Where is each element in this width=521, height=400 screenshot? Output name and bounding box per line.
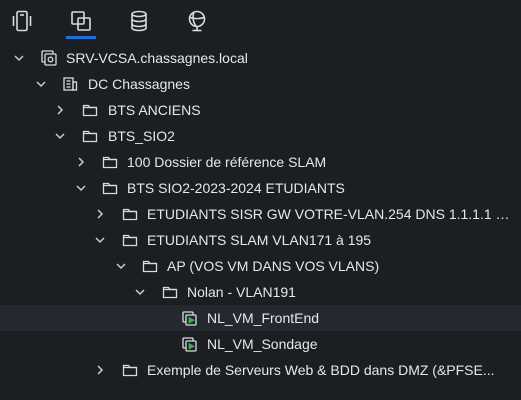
tree-node-datacenter[interactable]: DC Chassagnes <box>0 71 521 97</box>
tab-hosts-and-clusters[interactable] <box>7 6 37 36</box>
datacenter-icon <box>62 76 78 92</box>
tree-node-label: Exemple de Serveurs Web & BDD dans DMZ (… <box>147 362 495 378</box>
folder-icon <box>82 102 98 118</box>
vms-and-templates-icon <box>71 11 91 31</box>
folder-icon <box>122 232 138 248</box>
tree-node-vcenter[interactable]: SRV-VCSA.chassagnes.local <box>0 45 521 71</box>
vm-powered-on-icon <box>182 336 198 352</box>
tree-node-label: NL_VM_Sondage <box>207 336 318 352</box>
tree-node-label: SRV-VCSA.chassagnes.local <box>66 50 248 66</box>
tree-node-label: ETUDIANTS SISR GW VOTRE-VLAN.254 DNS 1.1… <box>147 206 513 222</box>
storage-icon <box>131 10 147 32</box>
folder-icon <box>142 258 158 274</box>
folder-icon <box>162 284 178 300</box>
tree-node-label: Nolan - VLAN191 <box>187 284 296 300</box>
tree-node-label: BTS SIO2-2023-2024 ETUDIANTS <box>127 180 345 196</box>
hosts-and-clusters-icon <box>12 10 32 32</box>
tab-vms-and-templates[interactable] <box>66 6 96 39</box>
tree-node-exemple-serveurs[interactable]: Exemple de Serveurs Web & BDD dans DMZ (… <box>0 357 521 383</box>
navigator-tabs <box>0 0 521 40</box>
tree-node-label: 100 Dossier de référence SLAM <box>127 154 327 170</box>
tree-node-dossier-reference[interactable]: 100 Dossier de référence SLAM <box>0 149 521 175</box>
chevron-down-icon[interactable] <box>54 130 66 142</box>
tree-node-nolan[interactable]: Nolan - VLAN191 <box>0 279 521 305</box>
tree-node-etudiants-sisr[interactable]: ETUDIANTS SISR GW VOTRE-VLAN.254 DNS 1.1… <box>0 201 521 227</box>
folder-icon <box>122 362 138 378</box>
tree-node-etudiants-2023[interactable]: BTS SIO2-2023-2024 ETUDIANTS <box>0 175 521 201</box>
folder-icon <box>102 154 118 170</box>
tab-networking[interactable] <box>182 6 212 36</box>
tree-node-bts-sio2[interactable]: BTS_SIO2 <box>0 123 521 149</box>
vcenter-icon <box>41 50 57 66</box>
folder-icon <box>102 180 118 196</box>
chevron-down-icon[interactable] <box>134 286 146 298</box>
networking-icon <box>188 10 206 32</box>
tree-node-label: ETUDIANTS SLAM VLAN171 à 195 <box>147 232 372 248</box>
tree-node-label: NL_VM_FrontEnd <box>207 310 320 326</box>
vm-powered-on-icon <box>182 310 198 326</box>
tree-node-label: AP (VOS VM DANS VOS VLANS) <box>167 258 380 274</box>
chevron-down-icon[interactable] <box>75 182 87 194</box>
tree-node-ap[interactable]: AP (VOS VM DANS VOS VLANS) <box>0 253 521 279</box>
chevron-down-icon[interactable] <box>115 260 127 272</box>
chevron-right-icon[interactable] <box>94 208 106 220</box>
folder-icon <box>122 206 138 222</box>
tree-node-vm-sondage[interactable]: NL_VM_Sondage <box>0 331 521 357</box>
tab-storage[interactable] <box>124 6 154 36</box>
chevron-right-icon[interactable] <box>75 156 87 168</box>
chevron-down-icon[interactable] <box>35 78 47 90</box>
folder-icon <box>82 128 98 144</box>
chevron-right-icon[interactable] <box>54 104 66 116</box>
tree-node-etudiants-slam[interactable]: ETUDIANTS SLAM VLAN171 à 195 <box>0 227 521 253</box>
chevron-down-icon[interactable] <box>13 52 25 64</box>
chevron-right-icon[interactable] <box>94 364 106 376</box>
tree-node-bts-anciens[interactable]: BTS ANCIENS <box>0 97 521 123</box>
chevron-down-icon[interactable] <box>94 234 106 246</box>
tree-node-label: DC Chassagnes <box>88 76 190 92</box>
tree-node-label: BTS ANCIENS <box>108 102 201 118</box>
tree-node-label: BTS_SIO2 <box>108 128 175 144</box>
tree-node-vm-frontend[interactable]: NL_VM_FrontEnd <box>0 305 521 331</box>
